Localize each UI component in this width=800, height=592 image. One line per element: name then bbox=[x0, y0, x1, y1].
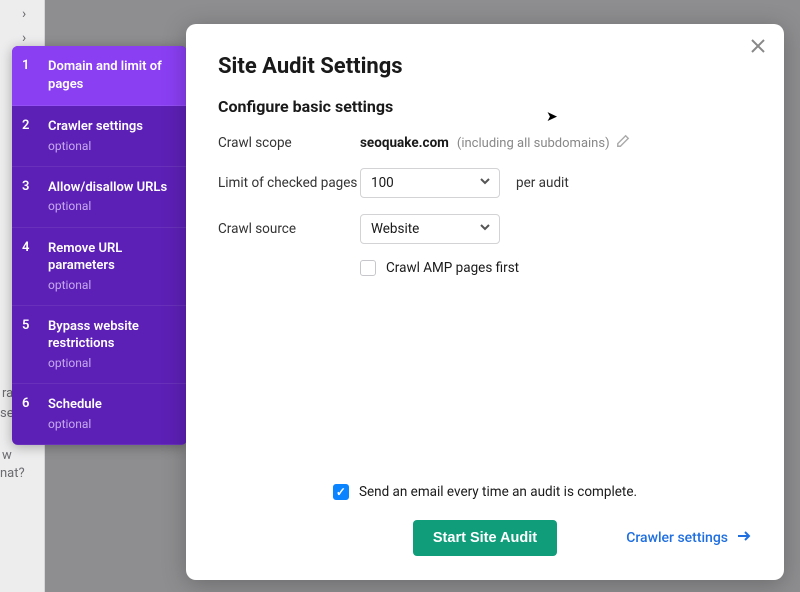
row-limit: Limit of checked pages 100 per audit bbox=[218, 168, 752, 198]
step-number: 4 bbox=[22, 240, 36, 293]
modal-title: Site Audit Settings bbox=[218, 54, 752, 79]
limit-suffix: per audit bbox=[516, 175, 569, 191]
bg-text: w bbox=[2, 448, 12, 465]
footer-actions: Start Site Audit Crawler settings bbox=[218, 520, 752, 556]
email-checkbox[interactable] bbox=[333, 484, 349, 500]
wizard-step-3[interactable]: 3 Allow/disallow URLsoptional bbox=[12, 167, 187, 228]
limit-value: 100 bbox=[371, 175, 394, 191]
wizard-step-4[interactable]: 4 Remove URL parameters optional bbox=[12, 228, 187, 306]
row-crawl-scope: Crawl scope seoquake.com (including all … bbox=[218, 134, 752, 152]
step-title: Schedule bbox=[48, 396, 102, 414]
wizard-step-2[interactable]: 2 Crawler settings optional bbox=[12, 106, 187, 167]
limit-label: Limit of checked pages bbox=[218, 175, 360, 191]
pencil-icon[interactable] bbox=[616, 134, 630, 152]
crawl-scope-label: Crawl scope bbox=[218, 135, 360, 151]
step-title: Remove URL parameters bbox=[48, 240, 175, 275]
source-label: Crawl source bbox=[218, 221, 360, 237]
row-amp: Crawl AMP pages first bbox=[360, 260, 752, 276]
step-title: Crawler settings bbox=[48, 118, 143, 136]
crawl-scope-domain: seoquake.com bbox=[360, 135, 449, 151]
chevron-right-icon[interactable]: › bbox=[22, 6, 26, 22]
step-optional: optional bbox=[48, 277, 175, 293]
step-number: 2 bbox=[22, 118, 36, 154]
step-number: 1 bbox=[22, 58, 36, 93]
wizard-step-6[interactable]: 6 Schedule optional bbox=[12, 384, 187, 445]
limit-select[interactable]: 100 bbox=[360, 168, 500, 198]
step-number: 5 bbox=[22, 318, 36, 371]
step-optional: optional bbox=[48, 416, 102, 432]
step-number: 6 bbox=[22, 396, 36, 432]
crawler-settings-label: Crawler settings bbox=[626, 530, 728, 546]
step-title: Bypass website restrictions bbox=[48, 318, 175, 353]
wizard-step-1[interactable]: 1 Domain and limit of pages bbox=[12, 46, 187, 106]
step-optional: optional bbox=[48, 355, 175, 371]
modal-subtitle: Configure basic settings bbox=[218, 97, 752, 116]
arrow-right-icon bbox=[736, 528, 752, 548]
bg-text: nat? bbox=[0, 466, 25, 483]
step-number: 3 bbox=[22, 179, 36, 215]
step-title: Domain and limit of pages bbox=[48, 58, 175, 93]
chevron-down-icon bbox=[479, 175, 491, 191]
step-optional: optional bbox=[48, 138, 143, 154]
amp-checkbox[interactable] bbox=[360, 260, 376, 276]
close-button[interactable] bbox=[746, 36, 770, 60]
crawl-scope-note: (including all subdomains) bbox=[457, 136, 610, 151]
amp-label: Crawl AMP pages first bbox=[386, 260, 519, 276]
chevron-right-icon[interactable]: › bbox=[22, 30, 26, 46]
wizard-sidebar: 1 Domain and limit of pages 2 Crawler setti… bbox=[12, 46, 187, 445]
wizard-step-5[interactable]: 5 Bypass website restrictions optional bbox=[12, 306, 187, 384]
start-audit-button[interactable]: Start Site Audit bbox=[413, 520, 557, 556]
step-optional: optional bbox=[48, 198, 167, 214]
chevron-down-icon bbox=[479, 221, 491, 237]
crawler-settings-link[interactable]: Crawler settings bbox=[626, 528, 752, 548]
footer-email-row: Send an email every time an audit is com… bbox=[218, 484, 752, 500]
settings-modal: Site Audit Settings Configure basic sett… bbox=[186, 24, 784, 580]
row-source: Crawl source Website bbox=[218, 214, 752, 244]
source-select[interactable]: Website bbox=[360, 214, 500, 244]
source-value: Website bbox=[371, 221, 419, 237]
step-title: Allow/disallow URLs bbox=[48, 179, 167, 197]
email-label: Send an email every time an audit is com… bbox=[359, 484, 637, 500]
close-icon bbox=[750, 38, 766, 58]
